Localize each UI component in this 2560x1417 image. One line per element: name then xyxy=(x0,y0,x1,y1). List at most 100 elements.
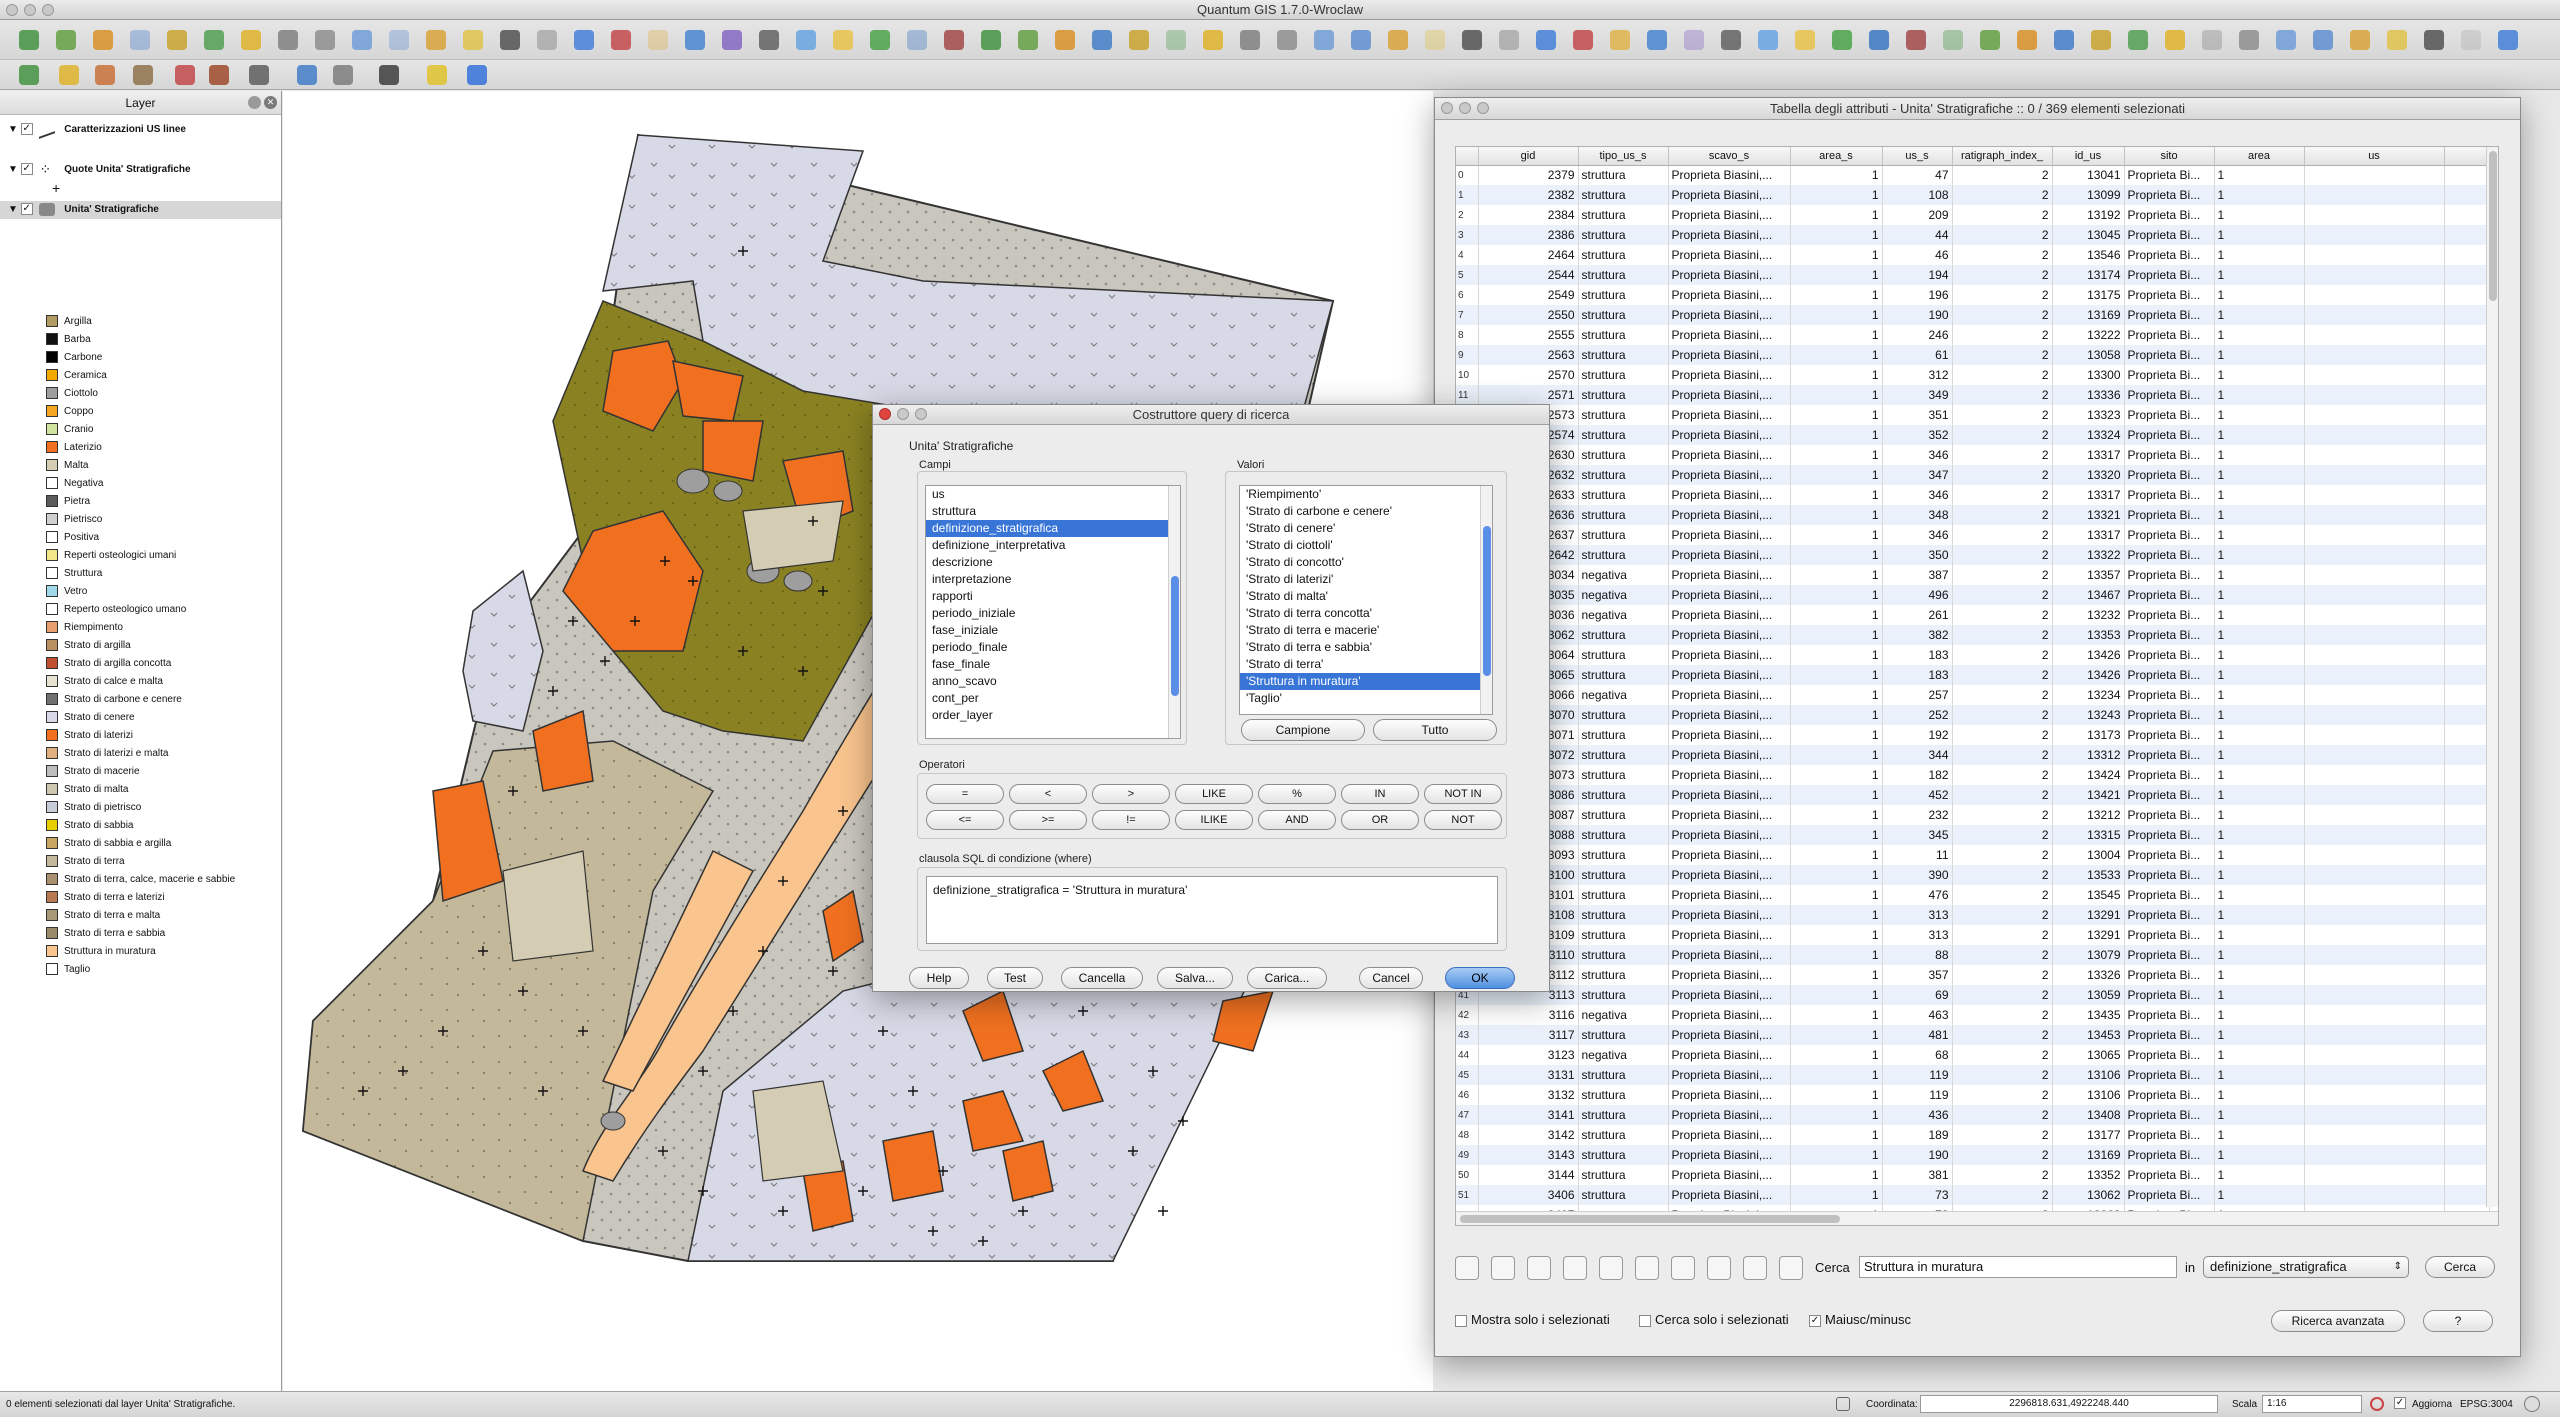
table-cell[interactable]: 13300 xyxy=(2052,365,2125,385)
table-cell[interactable]: Proprieta Biasini,... xyxy=(1668,885,1791,905)
table-cell[interactable]: 347 xyxy=(1882,465,1953,485)
table-cell[interactable]: 1 xyxy=(2214,1165,2305,1185)
toolbar-tool-icon[interactable] xyxy=(978,27,1004,53)
search-selected-option[interactable]: Cerca solo i selezionati xyxy=(1639,1312,1789,1327)
table-cell[interactable]: struttura xyxy=(1578,1105,1669,1125)
table-cell[interactable]: 1 xyxy=(2214,1025,2305,1045)
table-row[interactable]: 213035negativaProprieta Biasini,...14962… xyxy=(1456,585,2490,605)
table-cell[interactable]: 3132 xyxy=(1478,1085,1579,1105)
table-cell[interactable]: 496 xyxy=(1882,585,1953,605)
table-cell[interactable]: 2544 xyxy=(1478,265,1579,285)
table-cell[interactable]: struttura xyxy=(1578,405,1669,425)
table-cell[interactable]: 1 xyxy=(1790,825,1883,845)
table-row[interactable]: 0 2379 struttura Proprieta Biasini,... 1 47 2 1… xyxy=(1456,165,2490,185)
layer-visibility-checkbox[interactable]: ✓ xyxy=(20,163,33,176)
table-cell[interactable]: 2 xyxy=(1952,765,2053,785)
table-cell[interactable]: 209 xyxy=(1882,205,1953,225)
row-number-cell[interactable]: 45 xyxy=(1456,1065,1479,1085)
toolbar-tool-icon[interactable] xyxy=(571,27,597,53)
table-cell-empty[interactable] xyxy=(2304,505,2445,525)
table-cell[interactable]: 2555 xyxy=(1478,325,1579,345)
table-cell[interactable]: 3117 xyxy=(1478,1025,1579,1045)
table-cell[interactable]: Proprieta Biasini,... xyxy=(1668,365,1791,385)
table-row[interactable]: 50 3144 struttura Proprieta Biasini,... 1 381… xyxy=(1456,1165,2490,1185)
toolbar-tool-icon[interactable] xyxy=(1570,27,1596,53)
toolbar-tool-icon[interactable] xyxy=(2162,27,2188,53)
toolbar-tool-icon[interactable] xyxy=(1126,27,1152,53)
operator-button[interactable]: % xyxy=(1258,784,1336,804)
table-cell[interactable]: 476 xyxy=(1882,885,1953,905)
table-cell[interactable]: Proprieta Bi... xyxy=(2124,465,2215,485)
table-cell[interactable]: struttura xyxy=(1578,625,1669,645)
table-row[interactable]: 223036negativaProprieta Biasini,...12612… xyxy=(1456,605,2490,625)
table-cell[interactable]: 346 xyxy=(1882,445,1953,465)
table-cell-empty[interactable] xyxy=(2304,805,2445,825)
table-cell-empty[interactable] xyxy=(2304,1105,2445,1125)
table-cell[interactable]: 1 xyxy=(1790,445,1883,465)
table-cell[interactable]: 119 xyxy=(1882,1065,1953,1085)
row-number-cell[interactable]: 51 xyxy=(1456,1185,1479,1205)
table-cell[interactable]: Proprieta Bi... xyxy=(2124,385,2215,405)
toolbar-tool-icon[interactable] xyxy=(127,27,153,53)
table-cell[interactable]: 1 xyxy=(1790,785,1883,805)
value-list-item[interactable]: 'Strato di ciottoli' xyxy=(1240,537,1492,554)
table-cell[interactable]: Proprieta Bi... xyxy=(2124,365,2215,385)
table-cell[interactable]: Proprieta Biasini,... xyxy=(1668,1045,1791,1065)
table-cell-empty[interactable] xyxy=(2304,625,2445,645)
table-cell[interactable]: struttura xyxy=(1578,805,1669,825)
table-cell-empty[interactable] xyxy=(2304,1025,2445,1045)
table-cell[interactable]: Proprieta Biasini,... xyxy=(1668,405,1791,425)
toolbar-tool-icon[interactable] xyxy=(719,27,745,53)
table-cell-empty[interactable] xyxy=(2444,905,2490,925)
toolbar-tool-icon[interactable] xyxy=(460,27,486,53)
table-cell[interactable]: Proprieta Biasini,... xyxy=(1668,765,1791,785)
toolbar-tool-icon[interactable] xyxy=(2199,27,2225,53)
table-cell[interactable]: 2 xyxy=(1952,845,2053,865)
table-cell[interactable]: 2 xyxy=(1952,505,2053,525)
table-row[interactable]: 233062strutturaProprieta Biasini,...1382… xyxy=(1456,625,2490,645)
table-cell[interactable]: struttura xyxy=(1578,525,1669,545)
table-cell[interactable]: 2 xyxy=(1952,385,2053,405)
table-cell[interactable]: 1 xyxy=(2214,765,2305,785)
table-cell[interactable]: 13243 xyxy=(2052,705,2125,725)
table-cell[interactable]: 13291 xyxy=(2052,925,2125,945)
table-row[interactable]: 333088strutturaProprieta Biasini,...1345… xyxy=(1456,825,2490,845)
table-cell[interactable]: 183 xyxy=(1882,645,1953,665)
table-cell[interactable]: struttura xyxy=(1578,965,1669,985)
table-cell[interactable]: Proprieta Bi... xyxy=(2124,945,2215,965)
load-button[interactable]: Carica... xyxy=(1247,967,1327,989)
table-cell[interactable]: 2 xyxy=(1952,325,2053,345)
table-cell[interactable]: Proprieta Biasini,... xyxy=(1668,225,1791,245)
expand-arrow-icon[interactable]: ▼ xyxy=(8,124,18,135)
field-list-item[interactable]: fase_finale xyxy=(926,656,1180,673)
table-cell[interactable]: Proprieta Biasini,... xyxy=(1668,805,1791,825)
table-cell[interactable]: 2 xyxy=(1952,805,2053,825)
table-cell[interactable]: Proprieta Bi... xyxy=(2124,1165,2215,1185)
table-row[interactable]: 353100strutturaProprieta Biasini,...1390… xyxy=(1456,865,2490,885)
toolbar-tool-icon[interactable] xyxy=(2236,27,2262,53)
table-cell[interactable]: 2563 xyxy=(1478,345,1579,365)
table-cell[interactable]: 2 xyxy=(1952,965,2053,985)
table-cell[interactable]: Proprieta Biasini,... xyxy=(1668,245,1791,265)
table-cell[interactable]: Proprieta Biasini,... xyxy=(1668,865,1791,885)
table-cell[interactable]: Proprieta Biasini,... xyxy=(1668,1025,1791,1045)
table-cell[interactable]: 68 xyxy=(1882,1045,1953,1065)
table-cell-empty[interactable] xyxy=(2304,665,2445,685)
table-row[interactable]: 2 2384 struttura Proprieta Biasini,... 1 209 2… xyxy=(1456,205,2490,225)
table-cell[interactable]: struttura xyxy=(1578,905,1669,925)
table-cell[interactable]: 2 xyxy=(1952,405,2053,425)
table-cell[interactable]: 348 xyxy=(1882,505,1953,525)
table-cell[interactable]: 46 xyxy=(1882,245,1953,265)
table-cell[interactable]: 1 xyxy=(1790,525,1883,545)
table-cell[interactable]: struttura xyxy=(1578,1185,1669,1205)
table-cell[interactable]: 2550 xyxy=(1478,305,1579,325)
table-cell-empty[interactable] xyxy=(2444,985,2490,1005)
table-cell[interactable]: 2 xyxy=(1952,165,2053,185)
table-cell[interactable]: struttura xyxy=(1578,265,1669,285)
table-cell-empty[interactable] xyxy=(2304,985,2445,1005)
table-cell[interactable]: struttura xyxy=(1578,285,1669,305)
toolbar-tool-icon[interactable] xyxy=(294,62,320,88)
table-cell[interactable]: 2 xyxy=(1952,705,2053,725)
table-cell[interactable]: Proprieta Biasini,... xyxy=(1668,1165,1791,1185)
table-cell[interactable]: 13320 xyxy=(2052,465,2125,485)
